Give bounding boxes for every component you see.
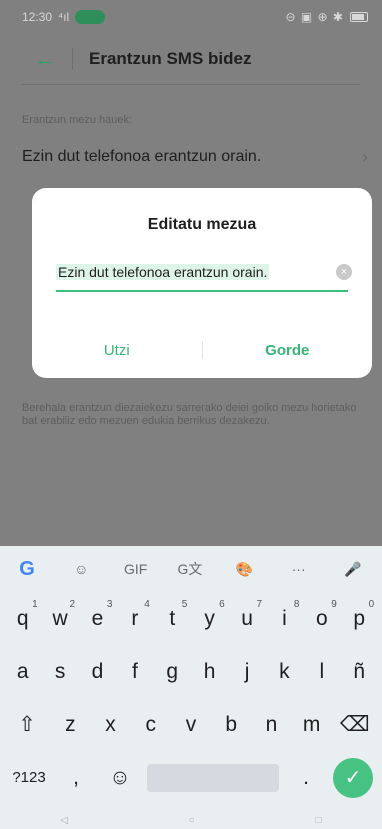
help-text: Berehala erantzun diezaiekezu sarrerako … xyxy=(22,402,357,427)
more-icon[interactable]: ··· xyxy=(284,561,314,577)
soft-keyboard: G ☺ GIF G文 🎨 ··· 🎤 q1w2e3r4t5y6u7i8o9p0 … xyxy=(0,546,382,829)
mic-icon[interactable]: 🎤 xyxy=(338,561,368,578)
key-a[interactable]: a xyxy=(6,660,40,684)
dialog-actions: Utzi Gorde xyxy=(32,338,372,362)
nav-recent-icon[interactable]: □ xyxy=(316,815,322,826)
key-y[interactable]: y6 xyxy=(193,599,227,631)
nav-home-icon[interactable]: ○ xyxy=(189,815,195,826)
key-k[interactable]: k xyxy=(267,660,301,684)
google-icon[interactable]: G xyxy=(12,558,42,581)
key-n[interactable]: n xyxy=(254,713,288,737)
shift-key[interactable]: ⇧ xyxy=(7,712,47,737)
signal-icon: ⁴ıl xyxy=(58,10,70,24)
key-c[interactable]: c xyxy=(134,713,168,737)
key-w[interactable]: w2 xyxy=(43,599,77,631)
symbols-key[interactable]: ?123 xyxy=(9,769,49,786)
key-s[interactable]: s xyxy=(43,660,77,684)
back-arrow-icon[interactable]: ← xyxy=(34,46,64,72)
key-hint-i: 8 xyxy=(293,598,300,610)
message-input-value[interactable]: Ezin dut telefonoa erantzun orain. xyxy=(56,264,270,280)
key-hint-r: 4 xyxy=(144,598,150,610)
nav-back-icon[interactable]: ◁ xyxy=(60,815,68,826)
cancel-button[interactable]: Utzi xyxy=(32,342,202,359)
key-row-3: ⇧ z x c v b n m ⌫ xyxy=(0,698,382,751)
clock: 12:30 xyxy=(22,10,53,24)
key-l[interactable]: l xyxy=(305,660,339,684)
key-hint-o: 9 xyxy=(331,598,337,610)
key-i[interactable]: i8 xyxy=(267,599,301,631)
enter-key[interactable]: ✓ xyxy=(333,757,373,798)
divider xyxy=(22,84,360,85)
key-hint-u: 7 xyxy=(256,598,263,610)
save-button[interactable]: Gorde xyxy=(203,342,373,359)
period-key[interactable]: . xyxy=(289,766,323,790)
message-row-text: Ezin dut telefonoa erantzun orain. xyxy=(22,148,262,165)
battery-icon xyxy=(350,12,368,22)
key-u[interactable]: u7 xyxy=(230,599,264,631)
key-h[interactable]: h xyxy=(193,660,227,684)
key-hint-w: 2 xyxy=(69,598,76,610)
key-d[interactable]: d xyxy=(80,660,114,684)
key-r[interactable]: r4 xyxy=(118,599,152,631)
palette-icon[interactable]: 🎨 xyxy=(229,561,259,578)
keyboard-toolbar: G ☺ GIF G文 🎨 ··· 🎤 xyxy=(0,546,382,592)
section-label: Erantzun mezu hauek: xyxy=(22,114,133,126)
key-f[interactable]: f xyxy=(118,660,152,684)
key-m[interactable]: m xyxy=(295,713,329,737)
key-z[interactable]: z xyxy=(53,713,87,737)
key-hint-t: 5 xyxy=(181,598,188,610)
key-e[interactable]: e3 xyxy=(80,599,114,631)
message-input[interactable]: Ezin dut telefonoa erantzun orain. × xyxy=(56,260,352,284)
key-row-1: q1w2e3r4t5y6u7i8o9p0 xyxy=(0,592,382,645)
input-underline xyxy=(56,290,348,292)
key-row-4: ?123 , ☺ . ✓ xyxy=(0,751,382,804)
key-t[interactable]: t5 xyxy=(155,599,189,631)
key-hint-e: 3 xyxy=(106,598,113,610)
key-p[interactable]: p0 xyxy=(342,599,376,631)
status-bar: 12:30 ⁴ıl ⊝ ▣ ⊕ ✱ xyxy=(0,0,382,34)
clear-icon[interactable]: × xyxy=(336,264,352,280)
emoji-key[interactable]: ☺ xyxy=(103,766,137,790)
key-q[interactable]: q1 xyxy=(6,599,40,631)
gif-button[interactable]: GIF xyxy=(121,561,151,577)
edit-message-dialog: Editatu mezua Ezin dut telefonoa erantzu… xyxy=(32,188,372,378)
key-b[interactable]: b xyxy=(214,713,248,737)
key-j[interactable]: j xyxy=(230,660,264,684)
key-o[interactable]: o9 xyxy=(305,599,339,631)
key-hint-y: 6 xyxy=(219,598,225,610)
app-bar: ← Erantzun SMS bidez xyxy=(0,34,382,84)
backspace-icon[interactable]: ⌫ xyxy=(335,712,375,737)
navigation-bar: ◁ ○ □ xyxy=(0,811,382,829)
key-hint-p: 0 xyxy=(368,598,375,610)
translate-icon[interactable]: G文 xyxy=(175,559,205,579)
key-x[interactable]: x xyxy=(94,713,128,737)
page-title: Erantzun SMS bidez xyxy=(89,49,252,68)
status-icons: ⊝ ▣ ⊕ ✱ xyxy=(285,10,344,24)
key-ñ[interactable]: ñ xyxy=(342,660,376,684)
space-bar[interactable] xyxy=(147,763,279,792)
key-v[interactable]: v xyxy=(174,713,208,737)
key-row-2: asdfghjklñ xyxy=(0,645,382,698)
message-row[interactable]: Ezin dut telefonoa erantzun orain. › xyxy=(22,144,368,170)
active-call-indicator xyxy=(75,10,106,24)
key-hint-q: 1 xyxy=(32,598,38,610)
chevron-right-icon: › xyxy=(362,146,368,167)
dialog-title: Editatu mezua xyxy=(147,216,257,233)
sticker-icon[interactable]: ☺ xyxy=(66,561,96,577)
app-bar-divider xyxy=(72,48,73,70)
key-g[interactable]: g xyxy=(155,660,189,684)
comma-key[interactable]: , xyxy=(59,766,93,790)
